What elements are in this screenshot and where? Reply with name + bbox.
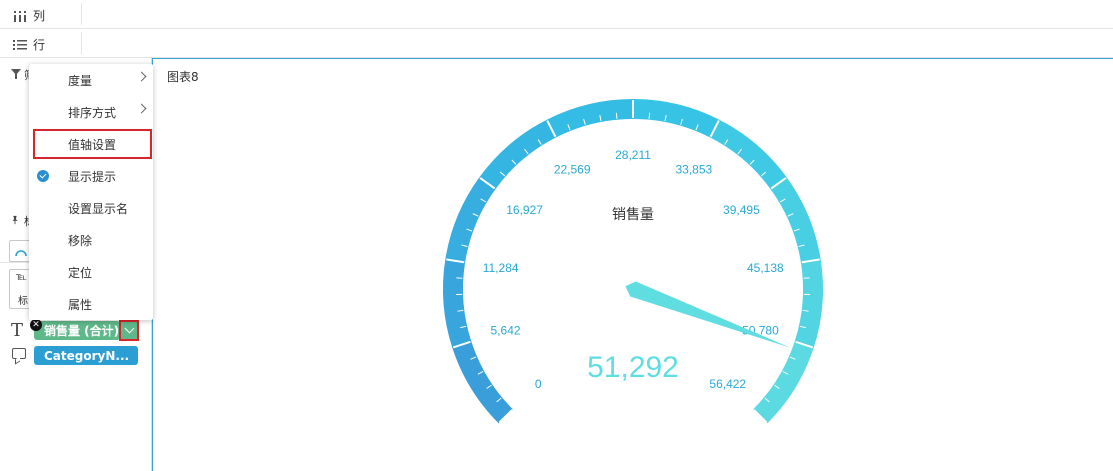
gauge-band-segment [479,119,556,190]
gauge-tick-label: 0 [535,377,542,391]
gauge-band-segment [546,99,633,138]
columns-shelf-label: 列 [12,7,45,24]
check-icon [37,170,49,182]
menu-item[interactable]: 属性 [29,288,153,320]
shelf-divider [81,3,82,25]
gauge-value: 51,292 [587,351,679,384]
gauge-tick-label: 39,495 [723,203,760,217]
menu-item[interactable]: 定位 [29,256,153,288]
gauge-tick-label: 56,422 [709,377,746,391]
gauge-tick [648,112,651,119]
gauge-series-label: 销售量 [612,206,654,222]
gauge-tick-label: 11,284 [483,261,519,275]
gauge-tick-label: 28,211 [615,148,651,162]
menu-item-label: 设置显示名 [68,201,129,216]
gauge-band-segment [633,99,720,138]
mark-type-select[interactable] [9,240,31,262]
rows-label: 行 [33,38,46,52]
menu-item[interactable]: 显示提示 [29,160,153,192]
menu-item[interactable]: 度量 [29,64,153,96]
gauge-tick-label: 5,642 [491,323,521,337]
rows-shelf-label: 行 [12,36,45,53]
chevron-right-icon [136,103,147,114]
gauge-type-icon [15,250,27,257]
gauge-band-segment [710,119,787,190]
columns-icon [14,10,26,22]
chart-canvas[interactable]: 图表8 0 5,642 11,284 16,927 22,569 28,211 33,853… [152,58,1113,471]
tooltip-mark-icon [12,348,26,359]
gauge-tick-label: 33,853 [675,163,712,177]
gauge-band-segment [794,259,823,348]
rows-shelf[interactable]: 行 [0,29,1113,58]
mark-option-button[interactable]: ℡ 标 [9,269,31,309]
gauge-tick [615,112,618,119]
columns-shelf[interactable]: 列 [0,0,1113,29]
chevron-right-icon [136,71,147,82]
measure-pill[interactable]: 销售量 (合计) [34,321,120,340]
gauge-chart: 0 5,642 11,284 16,927 22,569 28,211 33,853 39,4… [442,99,823,424]
pin-icon [12,215,18,225]
category-pill[interactable]: CategoryN... [34,346,138,365]
close-icon[interactable]: ✕ [30,319,42,331]
menu-item-label: 度量 [68,73,93,88]
menu-item-label: 排序方式 [68,105,117,120]
gauge-band-segment [770,177,821,263]
shelf-divider [81,32,82,54]
mark-option-label: 标 [18,296,28,307]
filter-icon[interactable] [11,69,21,79]
gauge-band-segment [452,341,513,424]
gauge-pointer [625,281,791,348]
mark-option-mark: ℡ [16,272,27,283]
menu-item-label: 移除 [68,233,93,248]
gauge-tick-label: 22,569 [554,163,591,177]
gauge-tick-label: 16,927 [506,203,543,217]
gauge-band-segment [753,341,814,424]
columns-label: 列 [33,9,46,23]
menu-item[interactable]: 设置显示名 [29,192,153,224]
gauge-tick-label: 45,138 [747,261,784,275]
text-mark-icon: T [11,320,24,341]
context-menu: 度量排序方式值轴设置显示提示设置显示名移除定位属性 [29,64,153,320]
menu-item-label: 显示提示 [68,169,117,184]
menu-item[interactable]: 移除 [29,224,153,256]
menu-item-label: 属性 [68,297,93,312]
menu-item[interactable]: 排序方式 [29,96,153,128]
menu-item[interactable]: 值轴设置 [32,128,153,160]
gauge-band-segment [442,259,472,348]
menu-item-label: 定位 [68,265,93,280]
measure-pill-dropdown[interactable] [119,320,139,341]
rows-icon [13,39,27,50]
menu-item-label: 值轴设置 [68,137,117,152]
gauge-band-segment [445,177,496,263]
